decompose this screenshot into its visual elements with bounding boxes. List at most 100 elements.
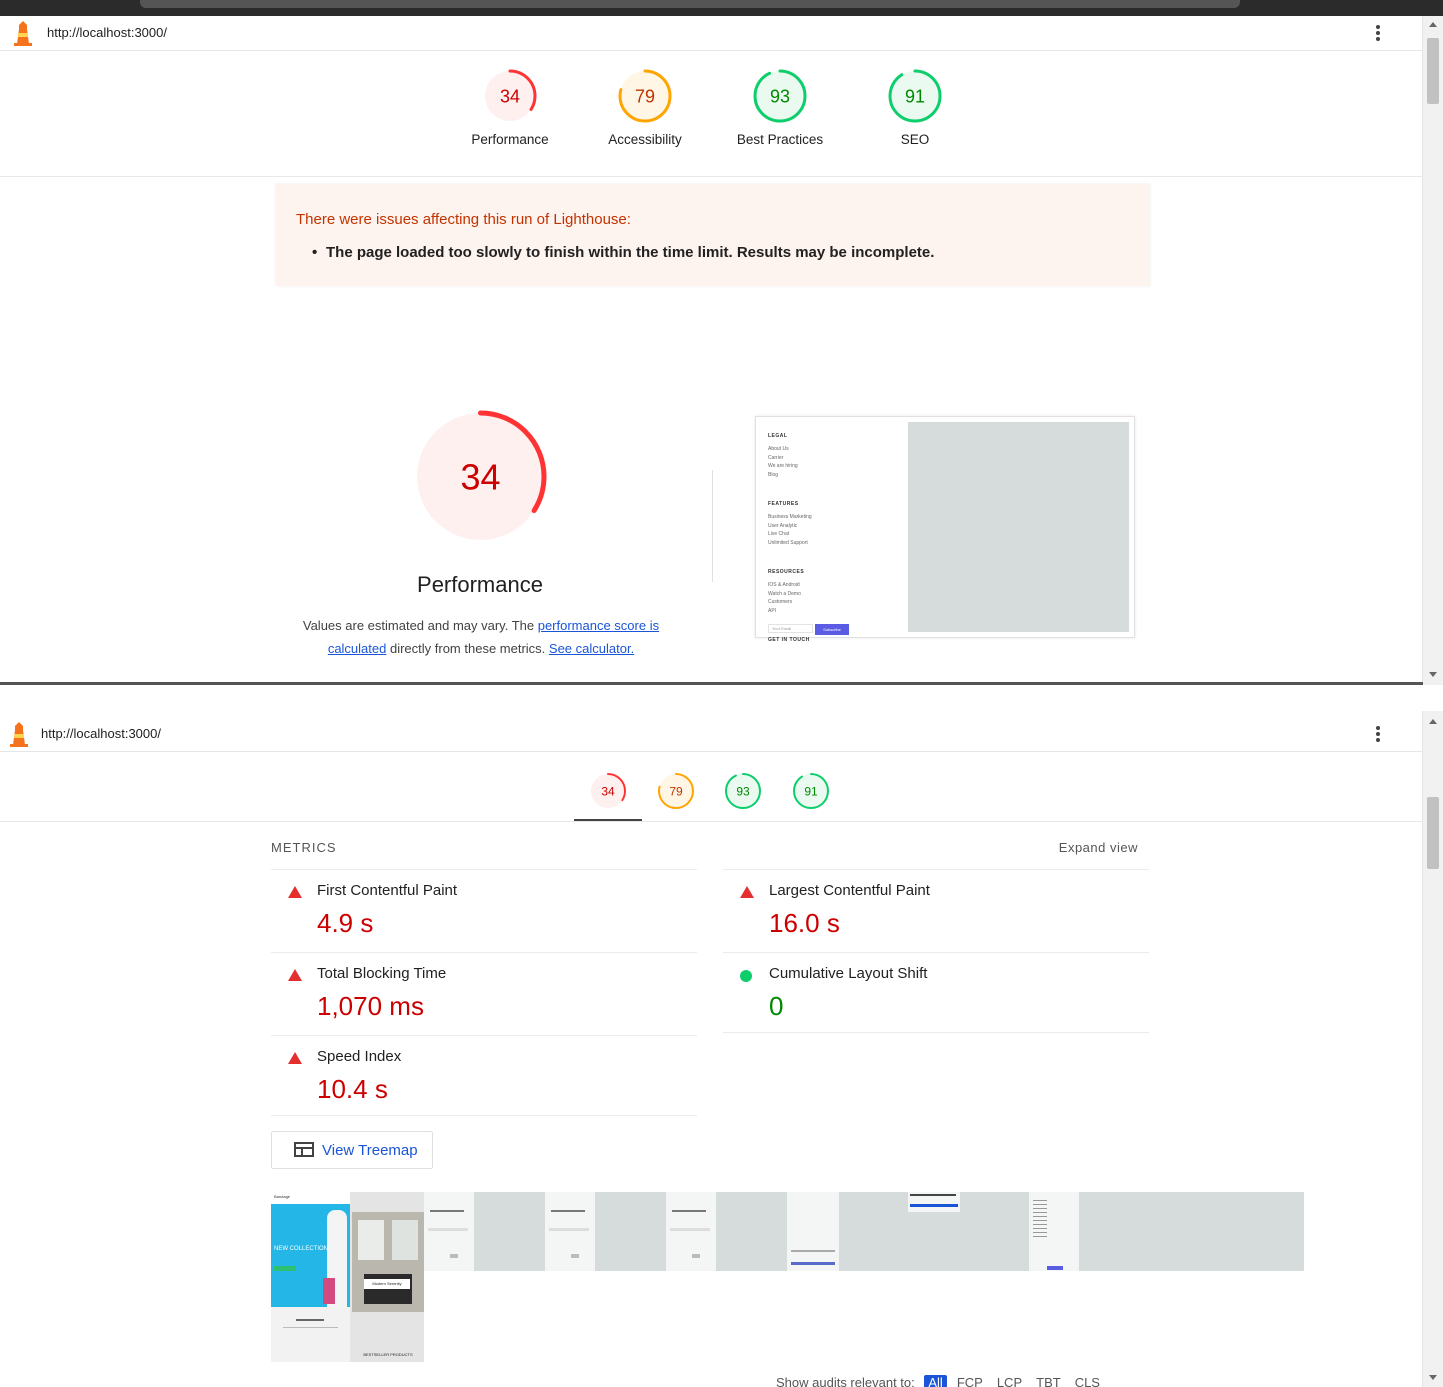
metric-divider — [271, 1115, 697, 1116]
score-gauge-ring: 93 — [725, 773, 762, 809]
report-url[interactable]: http://localhost:3000/ — [47, 25, 167, 40]
report-url-bar: http://localhost:3000/ — [0, 16, 1423, 51]
audit-filter-chip-fcp[interactable]: FCP — [953, 1375, 987, 1387]
view-treemap-button[interactable]: View Treemap — [271, 1131, 433, 1169]
tab-performance[interactable]: 34 — [589, 772, 627, 815]
score-value: 79 — [635, 86, 655, 106]
more-menu-icon[interactable] — [1375, 724, 1381, 744]
metric-value: 1,070 ms — [317, 991, 424, 1021]
scroll-up-icon[interactable] — [1429, 719, 1437, 724]
score-gauge-ring: 79 — [657, 773, 694, 809]
gauge-best-practices[interactable]: 93 Best Practices — [720, 68, 840, 147]
performance-gauge: 34 — [412, 408, 549, 545]
filmstrip-bestseller: BESTSELLER PRODUCTS — [363, 1352, 413, 1357]
tab-seo[interactable]: 91 — [792, 772, 830, 815]
metric-name: Speed Index — [317, 1048, 402, 1065]
filmstrip-brand: Bandage — [271, 1192, 350, 1204]
screenshot-footer-link: About Us — [768, 446, 789, 452]
warning-title: There were issues affecting this run of … — [296, 211, 631, 228]
warning-item: The page loaded too slowly to finish wit… — [312, 244, 934, 261]
scroll-down-icon[interactable] — [1429, 1375, 1437, 1380]
filmstrip-frame: Bandage NEW COLLECTION — [271, 1192, 350, 1362]
screenshot-footer-link: Unlimited Support — [768, 539, 808, 546]
final-screenshot[interactable]: LEGAL About Us Carrier We are hiring Blog FEA… — [755, 416, 1135, 643]
scroll-thumb[interactable] — [1427, 38, 1439, 104]
filmstrip-card-title: Modern Serenity — [364, 1279, 410, 1289]
screenshot-footer-link: We are hiring — [768, 463, 798, 469]
audit-filter-chip-lcp[interactable]: LCP — [993, 1375, 1026, 1387]
metrics-heading: METRICS — [271, 840, 337, 855]
performance-description: Values are estimated and may vary. The p… — [302, 618, 660, 656]
metric-total-blocking-time: Total Blocking Time 1,070 ms — [271, 952, 697, 1035]
metric-value: 0 — [769, 991, 784, 1021]
pass-circle-icon — [740, 970, 752, 982]
screenshot-footer-link: Customers — [768, 599, 793, 605]
score-gauge-ring: 79 — [618, 69, 672, 123]
gauge-label: SEO — [900, 132, 930, 147]
score-gauge-ring: 91 — [888, 69, 942, 123]
fail-triangle-icon — [288, 886, 302, 898]
tab-best-practices[interactable]: 93 — [724, 772, 762, 815]
metric-value: 16.0 s — [769, 908, 840, 938]
divider — [712, 470, 713, 582]
screenshot-footer-heading: RESOURCES — [768, 569, 805, 575]
scroll-down-icon[interactable] — [1429, 672, 1437, 677]
filmstrip: Bandage NEW COLLECTION Modern Serenity B… — [271, 1192, 1304, 1362]
metric-name: Total Blocking Time — [317, 965, 447, 982]
filmstrip-frame: Modern Serenity BESTSELLER PRODUCTS — [350, 1192, 424, 1362]
gauge-accessibility[interactable]: 79 Accessibility — [585, 68, 705, 147]
score-gauge-ring: 93 — [753, 69, 807, 123]
tab-accessibility[interactable]: 79 — [657, 772, 695, 815]
scrollbar[interactable] — [1422, 16, 1443, 685]
scroll-thumb[interactable] — [1427, 797, 1439, 869]
score-value: 34 — [500, 86, 520, 106]
category-tabs: 34 79 93 91 — [0, 768, 1423, 821]
see-calculator-link[interactable]: See calculator. — [549, 641, 634, 656]
metric-name: Cumulative Layout Shift — [769, 965, 928, 982]
metric-name: First Contentful Paint — [317, 882, 458, 899]
performance-title: Performance — [417, 572, 543, 597]
gauge-label: Performance — [471, 132, 549, 147]
gauge-label: Accessibility — [608, 132, 682, 147]
audit-filter-chip-tbt[interactable]: TBT — [1032, 1375, 1065, 1387]
lighthouse-logo-icon — [14, 21, 32, 46]
audits-filter-label: Show audits relevant to: — [776, 1375, 915, 1387]
score-value: 34 — [460, 456, 500, 497]
screenshot-footer-heading: FEATURES — [768, 501, 799, 507]
score-gauge-ring: 34 — [414, 410, 547, 543]
warning-box: There were issues affecting this run of … — [276, 184, 1150, 286]
report-url-bar: http://localhost:3000/ — [0, 717, 1423, 752]
report-url[interactable]: http://localhost:3000/ — [41, 726, 161, 741]
score-gauge-ring: 34 — [483, 69, 537, 123]
email-input: Your Email — [768, 624, 813, 633]
screenshot-footer-link: Live Chat — [768, 531, 790, 537]
metric-name: Largest Contentful Paint — [769, 882, 930, 899]
fail-triangle-icon — [288, 1052, 302, 1064]
audit-filter-chip-cls[interactable]: CLS — [1071, 1375, 1104, 1387]
score-value: 91 — [905, 86, 925, 106]
metric-divider — [723, 1032, 1149, 1033]
score-gauge-ring: 34 — [590, 773, 626, 809]
score-value: 91 — [804, 784, 818, 798]
metric-largest-contentful-paint: Largest Contentful Paint 16.0 s — [723, 869, 1149, 952]
filmstrip-frames — [424, 1192, 1304, 1271]
report-metrics-view: http://localhost:3000/ 34 79 93 91 METRICS … — [0, 685, 1443, 1387]
screenshot-footer-link: User Analytic — [768, 522, 798, 529]
screenshot-footer-link: Watch a Demo — [768, 590, 801, 597]
expand-view-toggle[interactable]: Expand view — [1059, 840, 1138, 855]
scrollbar[interactable] — [1422, 711, 1443, 1387]
gauge-performance[interactable]: 34 Performance — [450, 68, 570, 147]
scroll-up-icon[interactable] — [1429, 22, 1437, 27]
audit-filter-chip-all[interactable]: All — [924, 1375, 947, 1387]
screenshot-blank-area — [908, 422, 1129, 632]
score-gauge-ring: 91 — [793, 773, 830, 809]
metric-cumulative-layout-shift: Cumulative Layout Shift 0 — [723, 952, 1149, 1035]
screenshot-footer-link: IOS & Android — [768, 582, 800, 588]
subscribe-button: Subscribe — [815, 624, 849, 635]
more-menu-icon[interactable] — [1375, 23, 1381, 43]
metric-speed-index: Speed Index 10.4 s — [271, 1035, 697, 1118]
screenshot-footer-heading: LEGAL — [768, 433, 788, 439]
fail-triangle-icon — [740, 886, 754, 898]
gauge-seo[interactable]: 91 SEO — [855, 68, 975, 147]
score-value: 93 — [737, 784, 751, 798]
